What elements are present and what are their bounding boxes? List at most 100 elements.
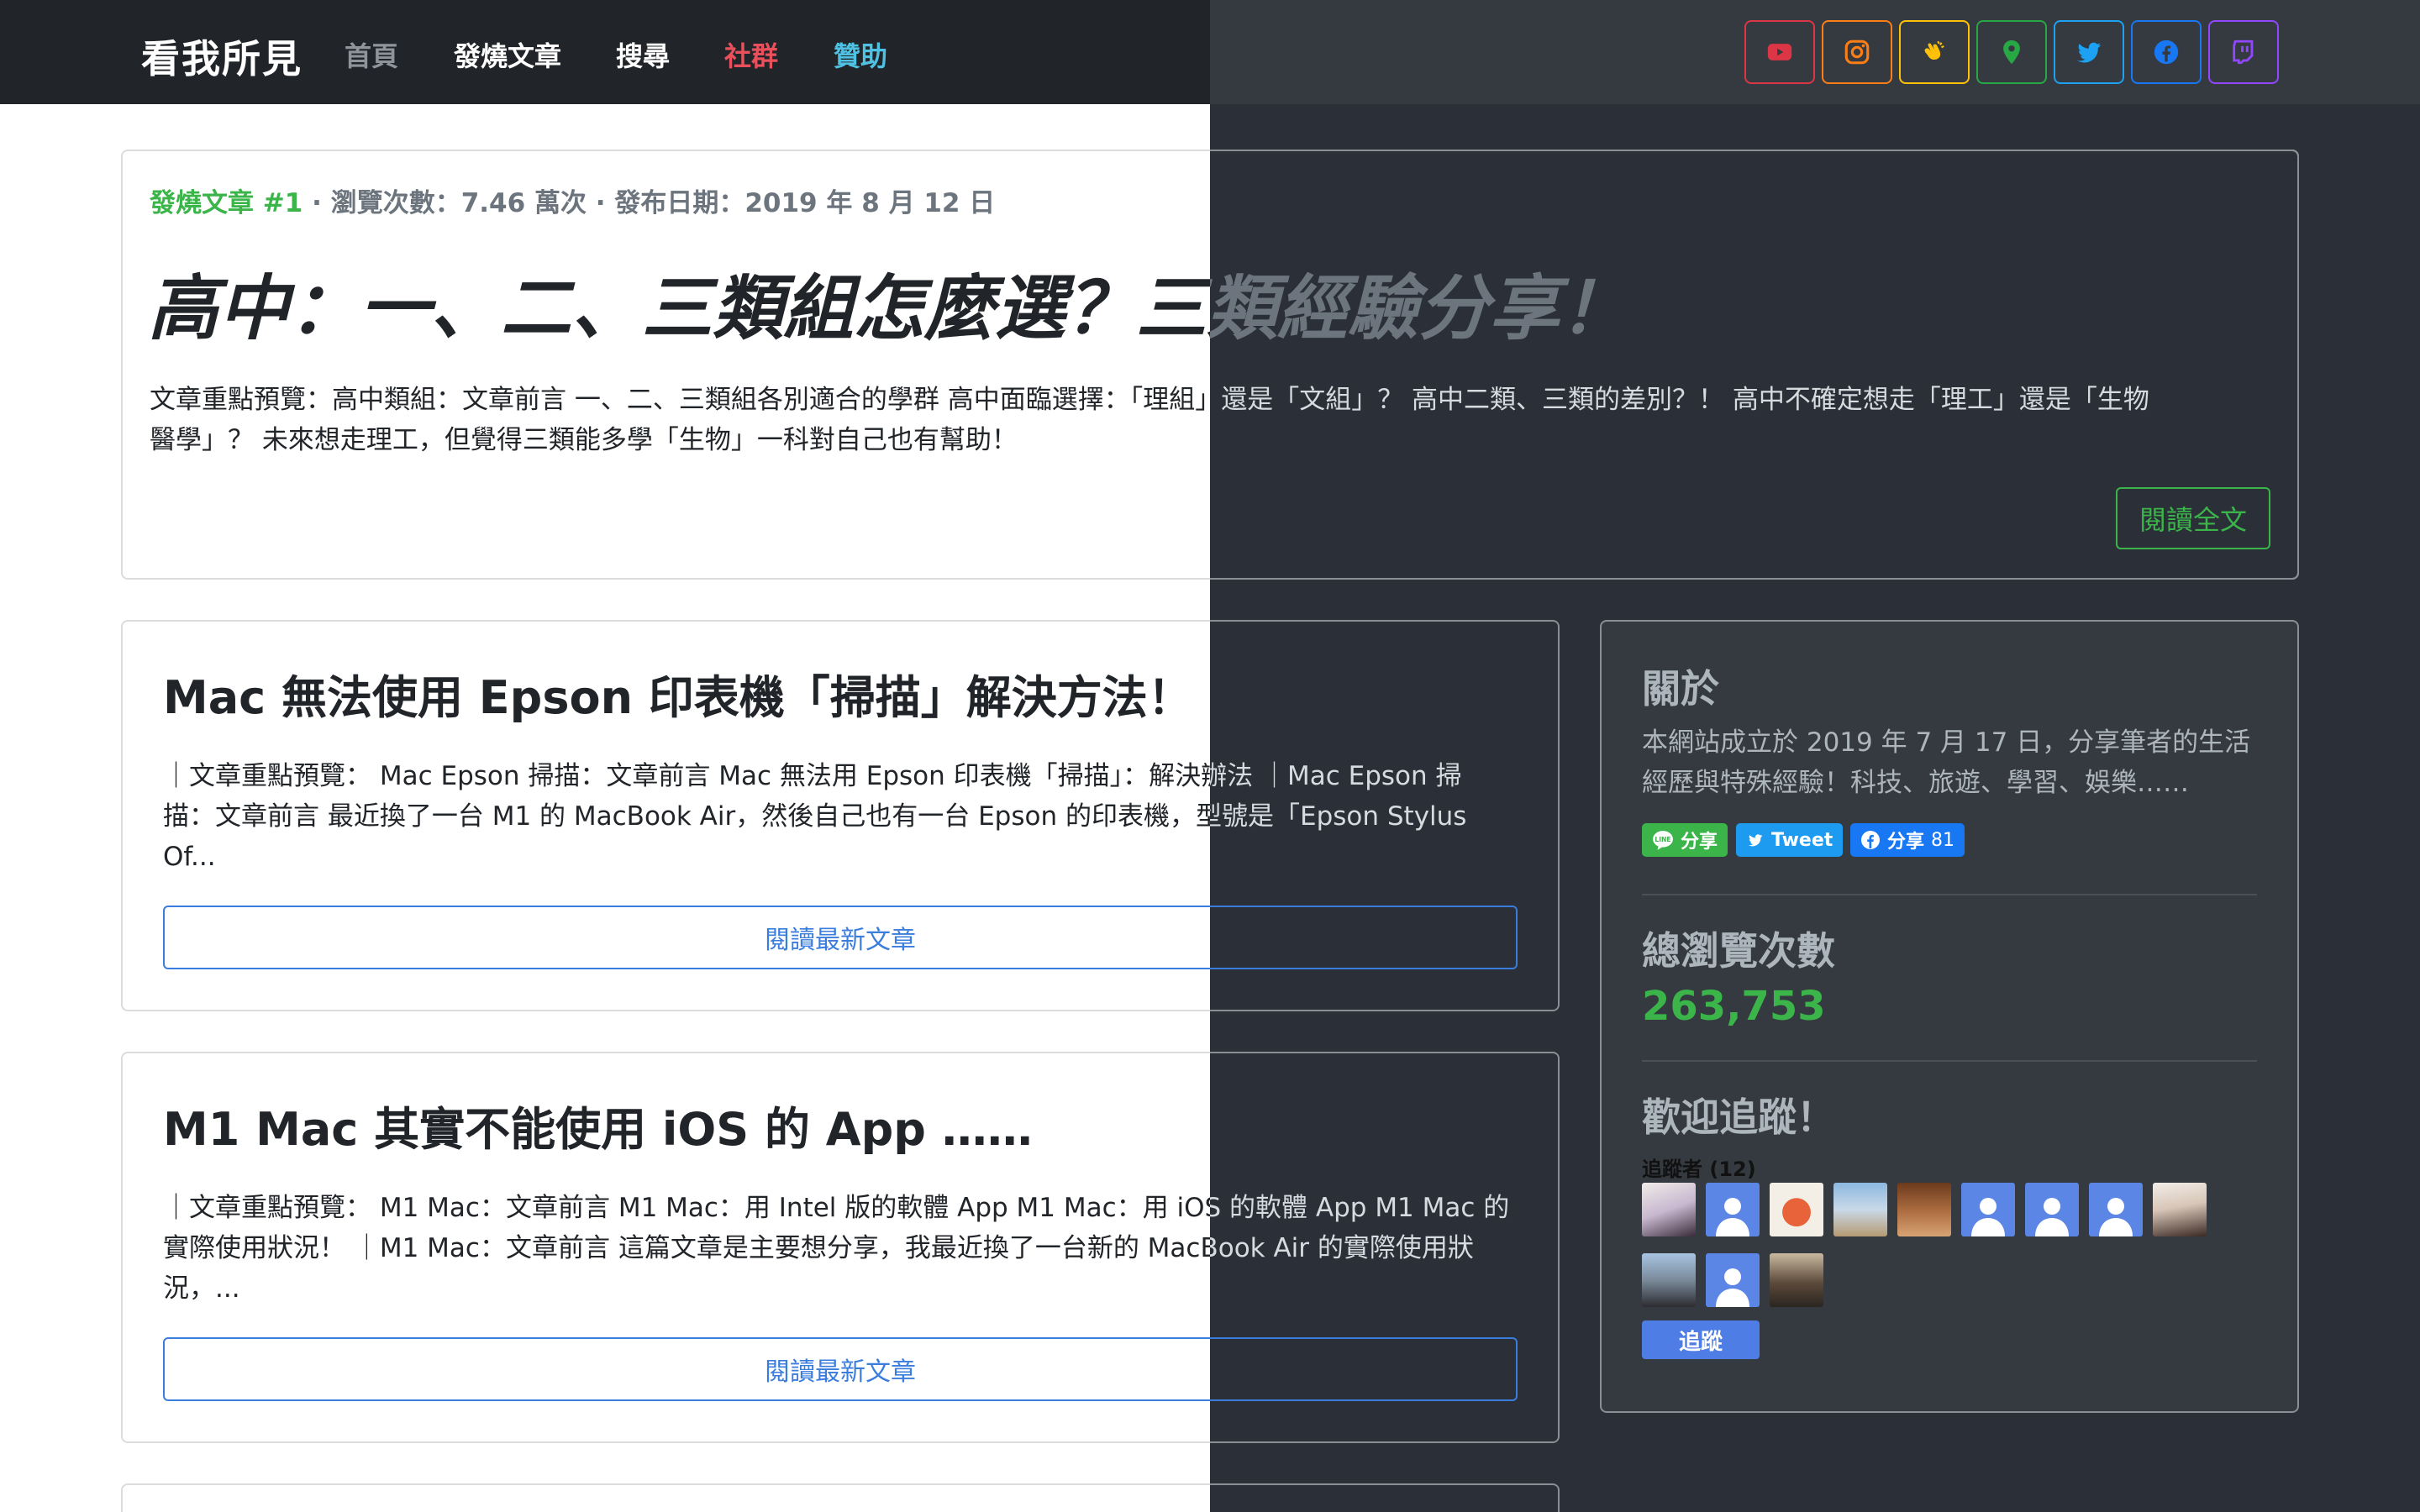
post2-excerpt-line2: 實際使用狀況！ ｜M1 Mac：文章前言 這篇文章是主要想分享，我最近換了一台新… (163, 1233, 1210, 1263)
read-latest-article-button-2[interactable]: 閱讀最新文章 (163, 1337, 1518, 1401)
youtube-icon (1767, 44, 1792, 60)
line-share-button[interactable]: LINE 分享 (1642, 823, 1728, 857)
tweet-button[interactable]: Tweet (1736, 823, 1844, 857)
featured-excerpt-line2-dark: 醫學」？ 未來想走理工，但覺得三類能多學「生物」一科對自己也有幫助！ (1210, 420, 2149, 460)
total-views-count: 263,753 (1642, 983, 1826, 1030)
nav-link-home[interactable]: 首頁 (345, 35, 398, 74)
post1-excerpt-line3: Of... (163, 842, 216, 872)
post2-excerpt-light: ｜文章重點預覽： M1 Mac：文章前言 M1 Mac：用 Intel 版的軟體… (163, 1188, 1210, 1314)
top-navbar: 看我所見 首頁 發燒文章 搜尋 社群 贊助 (0, 0, 2420, 104)
post1-excerpt-line1: ｜文章重點預覽： Mac Epson 掃描：文章前言 Mac 無法用 Epson… (163, 761, 1210, 791)
site-brand[interactable]: 看我所見 (141, 29, 302, 84)
sidebar-divider-2 (1642, 1060, 2257, 1062)
about-line1: 本網站成立於 2019 年 7 月 17 日，分享筆者的生活 (1642, 727, 2251, 758)
featured-excerpt-line1-dark: 文章重點預覽：高中類組：文章前言 一、二、三類組各別適合的學群 高中面臨選擇：「… (1210, 385, 2149, 415)
about-text: 本網站成立於 2019 年 7 月 17 日，分享筆者的生活 經歷與特殊經驗！科… (1642, 722, 2250, 803)
nav-link-search[interactable]: 搜尋 (616, 35, 670, 74)
follower-avatar-8[interactable] (2089, 1183, 2143, 1236)
featured-title-light: 高中：一、二、三類組怎麼選？三類經驗分享！ (148, 249, 1210, 349)
nav-link-sponsor[interactable]: 贊助 (834, 35, 887, 74)
post-card-3-dark (1210, 1483, 1560, 1512)
about-heading: 關於 (1642, 666, 1719, 711)
default-user-icon (2035, 1198, 2069, 1236)
follower-avatar-5[interactable] (1897, 1183, 1951, 1236)
total-views-heading: 總瀏覽次數 (1642, 928, 1835, 974)
featured-title-dark: 高中：一、二、三類組怎麼選？三類經驗分享！ (1210, 249, 2050, 349)
post1-excerpt-light: ｜文章重點預覽： Mac Epson 掃描：文章前言 Mac 無法用 Epson… (163, 756, 1210, 882)
twitter-bird-icon (1748, 834, 1763, 847)
post1-excerpt-dark: ｜文章重點預覽： Mac Epson 掃描：文章前言 Mac 無法用 Epson… (1210, 756, 1546, 882)
post2-title-light: M1 Mac 其實不能使用 iOS 的 App …… (163, 1087, 1210, 1154)
twitch-button[interactable] (2208, 20, 2279, 84)
instagram-icon (1844, 39, 1870, 65)
followers-label: 追蹤者 (12) (1642, 1158, 1756, 1181)
twitter-button[interactable] (2054, 20, 2124, 84)
facebook-share-count: 81 (1931, 829, 1955, 851)
post1-excerpt-line2-dark: 描：文章前言 最近換了一台 M1 的 MacBook Air，然後自己也有一台 … (1210, 801, 1467, 832)
post1-title-dark: Mac 無法使用 Epson 印表機「掃描」解決方法！ (1210, 655, 1546, 722)
post2-excerpt-dark: ｜文章重點預覽： M1 Mac：文章前言 M1 Mac：用 Intel 版的軟體… (1210, 1188, 1546, 1314)
featured-excerpt-line2: 醫學」？ 未來想走理工，但覺得三類能多學「生物」一科對自己也有幫助！ (150, 425, 1018, 455)
instagram-button[interactable] (1822, 20, 1892, 84)
featured-meta: 發燒文章 #1 · 瀏覽次數：7.46 萬次 · 發布日期：2019 年 8 月… (150, 181, 995, 219)
line-share-label: 分享 (1681, 832, 1718, 853)
follower-avatar-6[interactable] (1961, 1183, 2015, 1236)
default-user-icon (1716, 1268, 1749, 1307)
default-user-icon (2099, 1198, 2133, 1236)
follower-avatar-11[interactable] (1706, 1253, 1760, 1307)
post-card-3 (121, 1483, 1210, 1512)
facebook-icon (2154, 39, 2179, 65)
featured-meta-text: · 瀏覽次數：7.46 萬次 · 發布日期：2019 年 8 月 12 日 (302, 188, 996, 218)
post2-excerpt-line1-dark: ｜文章重點預覽： M1 Mac：文章前言 M1 Mac：用 Intel 版的軟體… (1210, 1193, 1510, 1223)
post1-title-light: Mac 無法使用 Epson 印表機「掃描」解決方法！ (163, 655, 1210, 722)
twitter-icon (2076, 42, 2102, 63)
follower-avatar-12[interactable] (1770, 1253, 1823, 1307)
post2-excerpt-line3-dark: 況，... (1210, 1268, 1509, 1309)
youtube-button[interactable] (1744, 20, 1815, 84)
post1-excerpt-line3-dark: Of... (1210, 837, 1466, 877)
map-location-button[interactable] (1976, 20, 2047, 84)
facebook-share-label: 分享 (1887, 832, 1925, 853)
clap-icon (1924, 40, 1944, 60)
twitch-icon (2233, 39, 2254, 65)
post2-title-dark: M1 Mac 其實不能使用 iOS 的 App …… (1210, 1087, 1546, 1154)
featured-excerpt-light: 文章重點預覽：高中類組：文章前言 一、二、三類組各別適合的學群 高中面臨選擇：「… (150, 380, 1210, 472)
post2-title[interactable]: M1 Mac 其實不能使用 iOS 的 App …… (163, 1092, 1033, 1154)
hot-article-tag[interactable]: 發燒文章 #1 (150, 188, 302, 218)
post2-excerpt-line3: 況，... (163, 1273, 240, 1304)
post2-excerpt-line1: ｜文章重點預覽： M1 Mac：文章前言 M1 Mac：用 Intel 版的軟體… (163, 1193, 1210, 1223)
facebook-share-button[interactable]: 分享 81 (1850, 823, 1965, 857)
read-full-article-button[interactable]: 閱讀全文 (2116, 487, 2270, 549)
featured-title[interactable]: 高中：一、二、三類組怎麼選？三類經驗分享！ (148, 252, 1210, 349)
default-user-icon (1716, 1198, 1749, 1236)
follow-button[interactable]: 追蹤 (1642, 1320, 1760, 1359)
post1-excerpt-line1-dark: ｜文章重點預覽： Mac Epson 掃描：文章前言 Mac 無法用 Epson… (1210, 761, 1462, 791)
nav-link-community[interactable]: 社群 (724, 35, 778, 74)
nav-link-hot-articles[interactable]: 發燒文章 (454, 35, 561, 74)
read-latest-article-button-1[interactable]: 閱讀最新文章 (163, 906, 1518, 969)
featured-excerpt-dark: 文章重點預覽：高中類組：文章前言 一、二、三類組各別適合的學群 高中面臨選擇：「… (1210, 380, 2270, 472)
featured-excerpt-line1: 文章重點預覽：高中類組：文章前言 一、二、三類組各別適合的學群 高中面臨選擇：「… (150, 385, 1210, 415)
follow-heading: 歡迎追蹤！ (1642, 1095, 1835, 1140)
facebook-button[interactable] (2131, 20, 2202, 84)
follower-avatar-3[interactable] (1770, 1183, 1823, 1236)
line-icon: LINE (1653, 831, 1673, 850)
post2-excerpt-line2-dark: 實際使用狀況！ ｜M1 Mac：文章前言 這篇文章是主要想分享，我最近換了一台新… (1210, 1233, 1474, 1263)
featured-title-dark-copy: 高中：一、二、三類組怎麼選？三類經驗分享！ (1210, 267, 1631, 349)
tweet-label: Tweet (1771, 829, 1833, 851)
follower-avatar-4[interactable] (1833, 1183, 1887, 1236)
follower-avatar-1[interactable] (1642, 1183, 1696, 1236)
post1-excerpt-line2: 描：文章前言 最近換了一台 M1 的 MacBook Air，然後自己也有一台 … (163, 801, 1210, 832)
about-line2: 經歷與特殊經驗！科技、旅遊、學習、娛樂…… (1642, 768, 2189, 798)
follower-avatar-9[interactable] (2153, 1183, 2207, 1236)
sidebar-divider-1 (1642, 894, 2257, 895)
map-pin-icon (2003, 39, 2020, 65)
facebook-share-icon (1861, 831, 1880, 849)
follower-avatar-10[interactable] (1642, 1253, 1696, 1307)
svg-text:LINE: LINE (1655, 836, 1670, 843)
follower-avatar-7[interactable] (2025, 1183, 2079, 1236)
default-user-icon (1971, 1198, 2005, 1236)
clap-button[interactable] (1899, 20, 1970, 84)
follower-avatar-2[interactable] (1706, 1183, 1760, 1236)
post1-title[interactable]: Mac 無法使用 Epson 印表機「掃描」解決方法！ (163, 660, 1193, 722)
